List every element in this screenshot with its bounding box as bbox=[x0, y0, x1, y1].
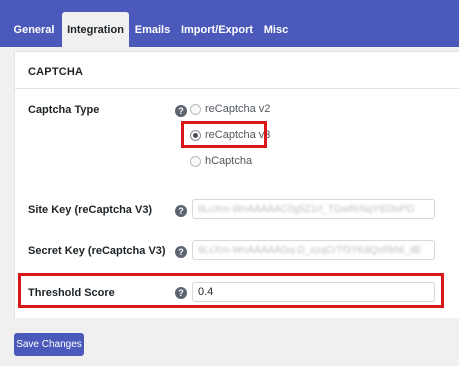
settings-tab-bar: General Integration Emails Import/Export… bbox=[0, 0, 459, 47]
radio-recaptcha-v2[interactable]: reCaptcha v2 bbox=[190, 101, 270, 117]
save-changes-button[interactable]: Save Changes bbox=[14, 333, 84, 356]
help-icon[interactable]: ? bbox=[175, 246, 187, 258]
site-key-label: Site Key (reCaptcha V3) bbox=[28, 204, 153, 216]
captcha-type-label: Captcha Type bbox=[28, 104, 100, 116]
radio-recaptcha-v3[interactable]: reCaptcha v3 bbox=[190, 127, 270, 143]
threshold-score-label: Threshold Score bbox=[28, 287, 115, 299]
radio-label: reCaptcha v2 bbox=[205, 103, 271, 115]
tab-import-export[interactable]: Import/Export bbox=[177, 12, 257, 47]
section-divider bbox=[14, 88, 459, 89]
tab-emails[interactable]: Emails bbox=[133, 12, 172, 47]
site-key-value: 6LcXm-WnAAAAAC0g5Z1rI_TGwRrNqYtD3oPD bbox=[198, 203, 415, 215]
tab-general[interactable]: General bbox=[10, 12, 58, 47]
section-title: CAPTCHA bbox=[28, 66, 84, 78]
threshold-score-value: 0.4 bbox=[198, 286, 214, 298]
radio-label: hCaptcha bbox=[205, 155, 253, 167]
radio-button[interactable] bbox=[190, 103, 201, 115]
site-key-input[interactable]: 6LcXm-WnAAAAAC0g5Z1rI_TGwRrNqYtD3oPD bbox=[192, 199, 435, 219]
secret-key-label: Secret Key (reCaptcha V3) bbox=[28, 245, 166, 257]
radio-button-selected[interactable] bbox=[190, 129, 201, 141]
secret-key-input[interactable]: 6LcXm-WnAAAAAGq-D_xzqCrTf3YKdQsRkNl_dE bbox=[192, 240, 435, 260]
threshold-score-input[interactable]: 0.4 bbox=[192, 282, 435, 302]
tab-misc[interactable]: Misc bbox=[260, 12, 292, 47]
radio-button[interactable] bbox=[190, 155, 201, 167]
settings-card bbox=[14, 51, 459, 318]
radio-label: reCaptcha v3 bbox=[205, 129, 271, 141]
tab-integration[interactable]: Integration bbox=[62, 12, 129, 47]
help-icon[interactable]: ? bbox=[175, 205, 187, 217]
radio-hcaptcha[interactable]: hCaptcha bbox=[190, 153, 252, 169]
help-icon[interactable]: ? bbox=[175, 105, 187, 117]
help-icon[interactable]: ? bbox=[175, 287, 187, 299]
secret-key-value: 6LcXm-WnAAAAAGq-D_xzqCrTf3YKdQsRkNl_dE bbox=[198, 244, 422, 256]
